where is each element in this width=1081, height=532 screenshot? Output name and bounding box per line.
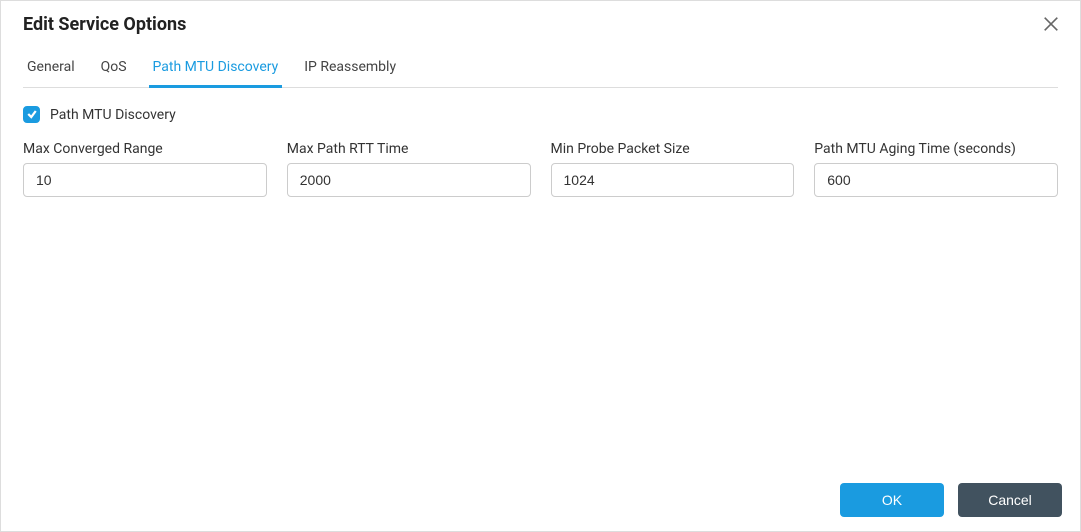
- tab-general[interactable]: General: [23, 53, 79, 88]
- tab-content: Path MTU Discovery Max Converged Range M…: [1, 88, 1080, 471]
- ok-button[interactable]: OK: [840, 483, 944, 517]
- field-path-mtu-aging-time: Path MTU Aging Time (seconds): [814, 141, 1058, 197]
- fields-row: Max Converged Range Max Path RTT Time Mi…: [23, 141, 1058, 197]
- dialog-title: Edit Service Options: [23, 14, 186, 35]
- field-max-path-rtt-time: Max Path RTT Time: [287, 141, 531, 197]
- path-mtu-checkbox-label: Path MTU Discovery: [50, 107, 176, 123]
- max-converged-range-input[interactable]: [23, 163, 267, 197]
- path-mtu-checkbox-row: Path MTU Discovery: [23, 106, 1058, 123]
- cancel-button[interactable]: Cancel: [958, 483, 1062, 517]
- close-icon: [1042, 21, 1060, 36]
- tab-path-mtu-discovery[interactable]: Path MTU Discovery: [149, 53, 283, 88]
- tab-ip-reassembly[interactable]: IP Reassembly: [300, 53, 400, 88]
- path-mtu-discovery-checkbox[interactable]: [23, 106, 40, 123]
- dialog-header: Edit Service Options: [1, 1, 1080, 41]
- tab-qos[interactable]: QoS: [97, 53, 131, 88]
- max-path-rtt-time-label: Max Path RTT Time: [287, 141, 531, 157]
- max-path-rtt-time-input[interactable]: [287, 163, 531, 197]
- edit-service-options-dialog: Edit Service Options General QoS Path MT…: [1, 1, 1080, 531]
- tabs: General QoS Path MTU Discovery IP Reasse…: [23, 53, 1058, 88]
- path-mtu-aging-time-label: Path MTU Aging Time (seconds): [814, 141, 1058, 157]
- min-probe-packet-size-label: Min Probe Packet Size: [551, 141, 795, 157]
- field-max-converged-range: Max Converged Range: [23, 141, 267, 197]
- field-min-probe-packet-size: Min Probe Packet Size: [551, 141, 795, 197]
- min-probe-packet-size-input[interactable]: [551, 163, 795, 197]
- checkmark-icon: [26, 105, 38, 124]
- close-button[interactable]: [1040, 13, 1062, 35]
- path-mtu-aging-time-input[interactable]: [814, 163, 1058, 197]
- max-converged-range-label: Max Converged Range: [23, 141, 267, 157]
- dialog-footer: OK Cancel: [1, 471, 1080, 531]
